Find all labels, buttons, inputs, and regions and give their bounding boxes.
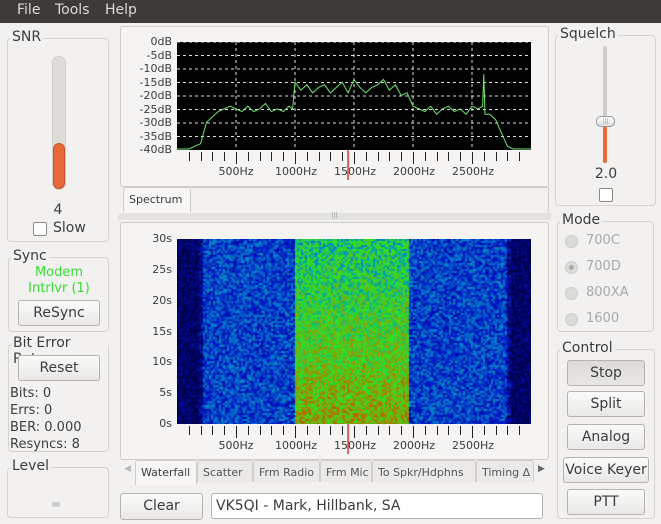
tab-to-spkr-hdphns[interactable]: To Spkr/Hdphns: [372, 460, 476, 482]
level-title: Level: [10, 458, 51, 474]
snr-frame: SNR 4 Slow: [7, 29, 109, 242]
mode-radio-800xa[interactable]: [565, 287, 578, 300]
waterfall-x-tick: 1000Hz: [275, 439, 318, 452]
level-meter: [52, 502, 60, 507]
spectrum-y-tick: -20dB: [139, 89, 173, 102]
tab-waterfall[interactable]: Waterfall: [135, 460, 197, 485]
squelch-slider-fill: [603, 122, 607, 163]
spectrum-x-ticks: [189, 150, 520, 180]
tab-scroll-left-icon[interactable]: ◀: [124, 464, 131, 474]
squelch-slider-track[interactable]: [603, 46, 607, 163]
squelch-checkbox[interactable]: [599, 188, 613, 202]
waterfall-y-tick: 5s: [159, 386, 172, 400]
mode-label: 1600: [586, 311, 620, 326]
squelch-value: 2.0: [594, 166, 618, 182]
sync-interleaver-status: Intrlvr (1): [28, 281, 90, 296]
waterfall-y-tick: 20s: [152, 293, 172, 307]
menu-help[interactable]: Help: [105, 2, 137, 18]
tab-timing-[interactable]: Timing Δ: [476, 460, 534, 482]
spectrum-plot: [177, 42, 531, 150]
clear-button[interactable]: Clear: [120, 493, 203, 520]
waterfall-x-tick: 1500Hz: [334, 439, 377, 452]
errs-count: Errs: 0: [10, 403, 53, 418]
spectrum-y-tick: -10dB: [139, 62, 173, 75]
control-frame: Control Stop Split Analog Voice Keyer PTT: [557, 340, 655, 519]
tab-bar-filler: [191, 187, 549, 212]
split-button[interactable]: Split: [567, 391, 645, 417]
resync-button[interactable]: ReSync: [18, 300, 100, 326]
sync-modem-status: Modem: [34, 265, 84, 280]
waterfall-x-tick: 500Hz: [218, 439, 254, 452]
ber-frame: Bit Error Rate Reset Bits: 0 Errs: 0 BER…: [8, 335, 109, 452]
mode-radio-700d[interactable]: [565, 261, 578, 274]
menu-tools[interactable]: Tools: [55, 2, 90, 18]
waterfall-y-tick: 30s: [152, 232, 172, 245]
mode-label: 700C: [586, 233, 620, 248]
slow-checkbox[interactable]: [33, 222, 47, 236]
waterfall-x-tick: 2500Hz: [452, 439, 495, 452]
waterfall-y-tick: 25s: [152, 262, 172, 276]
menu-bar: File Tools Help: [0, 0, 661, 23]
stop-button[interactable]: Stop: [567, 360, 645, 386]
spectrum-y-tick: -15dB: [139, 75, 173, 89]
ber-value: BER: 0.000: [10, 420, 82, 435]
tab-scatter[interactable]: Scatter: [197, 460, 253, 482]
slow-label: Slow: [53, 220, 86, 236]
snr-value: 4: [53, 202, 63, 218]
sync-frame: Sync Modem Intrlvr (1) ReSync: [8, 248, 109, 332]
sync-title: Sync: [11, 248, 49, 264]
mode-radio-1600[interactable]: [565, 313, 578, 326]
waterfall-plot: [177, 239, 531, 424]
ptt-button[interactable]: PTT: [567, 489, 645, 515]
tab-scroll-right-icon[interactable]: ▶: [538, 464, 545, 474]
spectrum-y-tick: -40dB: [139, 143, 173, 156]
snr-meter-fill: [53, 142, 65, 189]
spectrum-y-tick: -30dB: [139, 116, 173, 129]
spectrum-y-tick: -5dB: [146, 48, 173, 62]
reset-ber-button[interactable]: Reset: [18, 355, 100, 381]
waterfall-x-tick: 2000Hz: [393, 439, 436, 452]
squelch-title: Squelch: [558, 26, 618, 42]
spectrum-y-tick: -25dB: [139, 102, 173, 116]
callsign-text-field[interactable]: [211, 493, 543, 519]
level-frame: Level: [7, 458, 109, 518]
radio-selected-dot: [569, 265, 574, 270]
mode-title: Mode: [560, 212, 603, 228]
squelch-slider-thumb[interactable]: |||: [596, 116, 615, 128]
mode-label: 800XA: [586, 285, 629, 300]
control-title: Control: [560, 340, 615, 356]
resyncs-count: Resyncs: 8: [10, 437, 80, 452]
mode-label: 700D: [586, 259, 621, 274]
voice-keyer-button[interactable]: Voice Keyer: [563, 457, 649, 483]
splitter-handle[interactable]: |||: [118, 213, 551, 220]
menu-file[interactable]: File: [17, 2, 40, 18]
waterfall-y-tick: 15s: [152, 324, 172, 338]
waterfall-y-tick: 10s: [152, 355, 172, 369]
squelch-frame: Squelch ||| 2.0: [555, 26, 656, 206]
spectrum-y-tick: -35dB: [139, 129, 173, 143]
spectrum-y-tick: 0dB: [150, 35, 172, 48]
tab-spectrum[interactable]: Spectrum: [123, 187, 191, 212]
waterfall-y-tick: 0s: [159, 417, 172, 430]
mode-radio-700c[interactable]: [565, 235, 578, 248]
bits-count: Bits: 0: [10, 386, 52, 401]
snr-meter: [52, 56, 66, 190]
tab-frm-mic[interactable]: Frm Mic: [320, 460, 372, 482]
tab-frm-radio[interactable]: Frm Radio: [253, 460, 320, 482]
mode-frame: Mode 700C 700D 800XA 1600: [557, 212, 654, 332]
snr-title: SNR: [10, 29, 44, 45]
analog-button[interactable]: Analog: [567, 424, 645, 450]
